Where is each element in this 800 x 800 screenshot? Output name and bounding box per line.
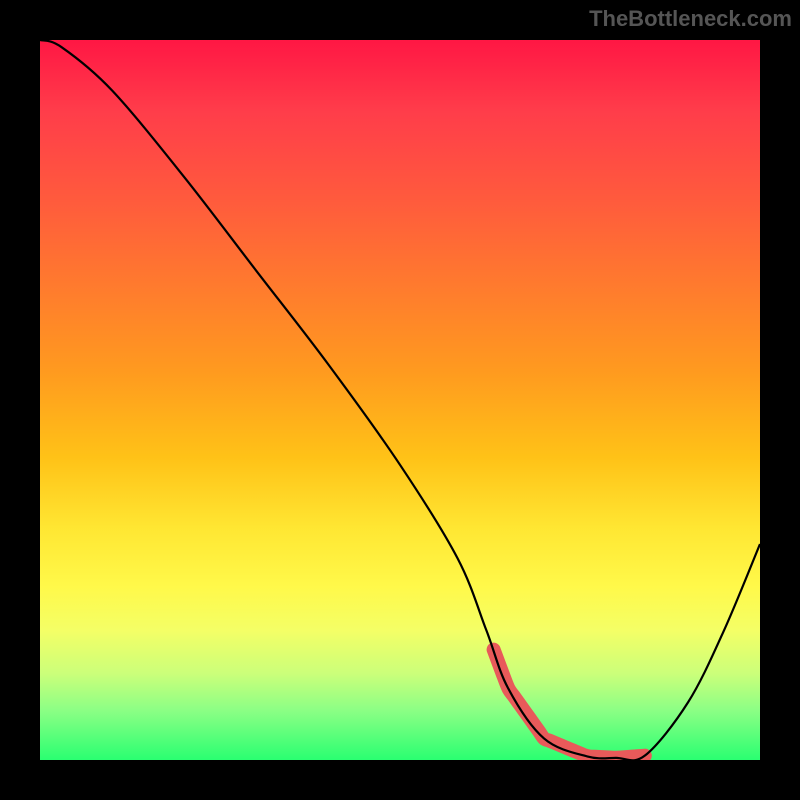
bottleneck-curve: [40, 40, 760, 760]
chart-svg: [40, 40, 760, 760]
watermark-text: TheBottleneck.com: [589, 6, 792, 32]
plot-area: [40, 40, 760, 760]
